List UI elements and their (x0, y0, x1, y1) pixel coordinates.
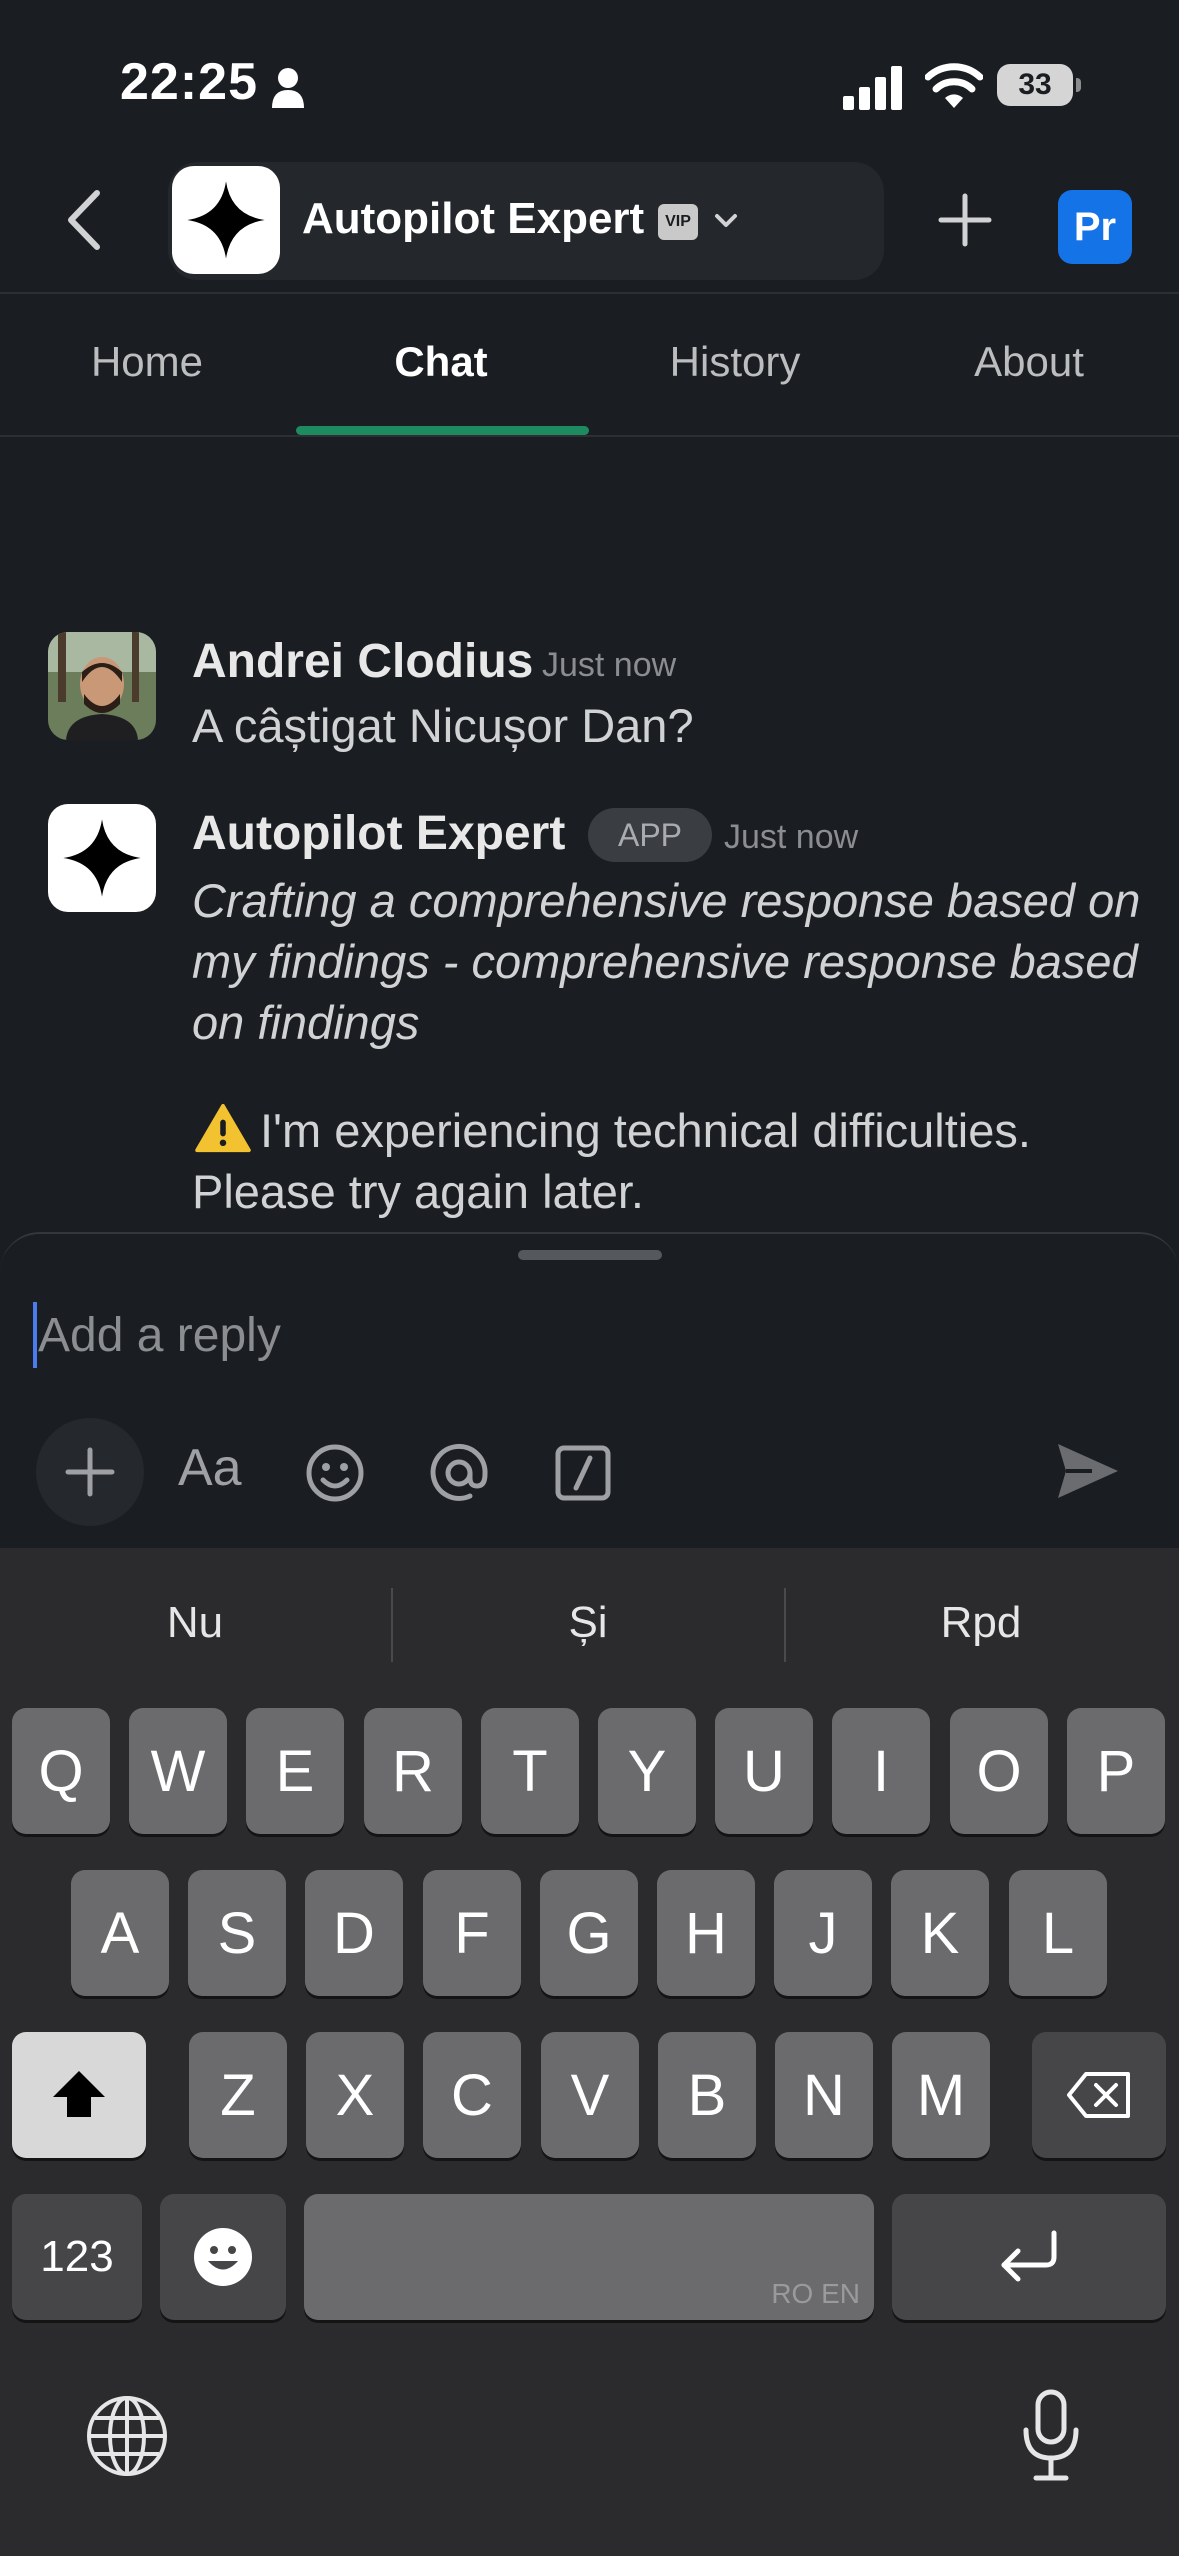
person-icon (272, 68, 304, 108)
cellular-signal-icon (843, 66, 902, 110)
message-author[interactable]: Andrei Clodius (192, 634, 533, 689)
key-b[interactable]: B (658, 2032, 756, 2158)
active-tab-indicator (296, 426, 589, 435)
return-key[interactable] (892, 2194, 1166, 2320)
tabs-divider (0, 435, 1179, 437)
avatar[interactable] (48, 632, 156, 740)
backspace-key[interactable] (1032, 2032, 1166, 2158)
app-avatar[interactable] (48, 804, 156, 912)
key-q[interactable]: Q (12, 1708, 110, 1834)
key-f[interactable]: F (423, 1870, 521, 1996)
space-key[interactable]: RO EN (304, 2194, 874, 2320)
emoji-key[interactable] (160, 2194, 286, 2320)
send-button[interactable] (1052, 1438, 1122, 1504)
attach-button[interactable] (36, 1418, 144, 1526)
key-t[interactable]: T (481, 1708, 579, 1834)
tab-chat[interactable]: Chat (294, 338, 588, 386)
key-k[interactable]: K (891, 1870, 989, 1996)
back-button[interactable] (55, 185, 115, 255)
vip-badge: VIP (658, 204, 698, 240)
suggestion-1[interactable]: Nu (0, 1598, 390, 1648)
key-c[interactable]: C (423, 2032, 521, 2158)
key-r[interactable]: R (364, 1708, 462, 1834)
key-w[interactable]: W (129, 1708, 227, 1834)
key-u[interactable]: U (715, 1708, 813, 1834)
message-text: Crafting a comprehensive response based … (192, 874, 1141, 1049)
wifi-icon (925, 63, 983, 108)
numbers-key[interactable]: 123 (12, 2194, 142, 2320)
format-button[interactable]: Aa (178, 1438, 242, 1498)
battery-percent: 33 (1018, 68, 1052, 101)
tab-home[interactable]: Home (0, 338, 294, 386)
tab-about[interactable]: About (882, 338, 1176, 386)
app-badge: APP (588, 808, 712, 862)
key-d[interactable]: D (305, 1870, 403, 1996)
app-avatar (172, 166, 280, 274)
key-a[interactable]: A (71, 1870, 169, 1996)
key-m[interactable]: M (892, 2032, 990, 2158)
suggestion-3[interactable]: Rpd (786, 1598, 1176, 1648)
key-s[interactable]: S (188, 1870, 286, 1996)
key-x[interactable]: X (306, 2032, 404, 2158)
warning-icon (195, 1103, 251, 1153)
plus-icon (65, 1447, 115, 1497)
status-time: 22:25 (120, 53, 258, 111)
key-h[interactable]: H (657, 1870, 755, 1996)
add-button[interactable] (935, 190, 995, 250)
key-g[interactable]: G (540, 1870, 638, 1996)
key-o[interactable]: O (950, 1708, 1048, 1834)
key-n[interactable]: N (775, 2032, 873, 2158)
message-timestamp: Just now (542, 646, 677, 684)
return-icon (1001, 2230, 1057, 2282)
text-cursor (33, 1302, 37, 1368)
tab-history[interactable]: History (588, 338, 882, 386)
sparkle-logo-icon (63, 819, 141, 897)
key-l[interactable]: L (1009, 1870, 1107, 1996)
chevron-down-icon[interactable] (712, 210, 740, 232)
user-avatar-button[interactable]: Pr (1058, 190, 1132, 264)
globe-icon[interactable] (85, 2394, 169, 2478)
header-divider (0, 292, 1179, 294)
key-v[interactable]: V (541, 2032, 639, 2158)
mention-button[interactable] (424, 1438, 494, 1508)
reply-input[interactable] (38, 1302, 938, 1368)
message-timestamp: Just now (724, 818, 859, 856)
warning-message: I'm experiencing technical difficulties.… (192, 1100, 1152, 1222)
space-language-label: RO EN (771, 2278, 860, 2309)
composer-drag-handle[interactable] (518, 1250, 662, 1260)
key-p[interactable]: P (1067, 1708, 1165, 1834)
message-text: A câștigat Nicușor Dan? (192, 699, 694, 752)
microphone-icon[interactable] (1018, 2388, 1084, 2484)
suggestion-2[interactable]: Și (393, 1598, 783, 1648)
emoji-keyboard-icon (194, 2228, 252, 2286)
sparkle-logo-icon (187, 181, 265, 259)
emoji-button[interactable] (300, 1438, 370, 1508)
shift-key[interactable] (12, 2032, 146, 2158)
key-e[interactable]: E (246, 1708, 344, 1834)
message-author[interactable]: Autopilot Expert (192, 806, 565, 861)
channel-title[interactable]: Autopilot Expert (302, 194, 644, 244)
backspace-icon (1067, 2072, 1130, 2118)
key-i[interactable]: I (832, 1708, 930, 1834)
key-j[interactable]: J (774, 1870, 872, 1996)
shift-arrow-icon (53, 2071, 105, 2117)
shortcuts-button[interactable] (548, 1438, 618, 1508)
key-z[interactable]: Z (189, 2032, 287, 2158)
key-y[interactable]: Y (598, 1708, 696, 1834)
warning-text: I'm experiencing technical difficulties.… (192, 1104, 1031, 1218)
battery-indicator: 33 (997, 64, 1081, 108)
